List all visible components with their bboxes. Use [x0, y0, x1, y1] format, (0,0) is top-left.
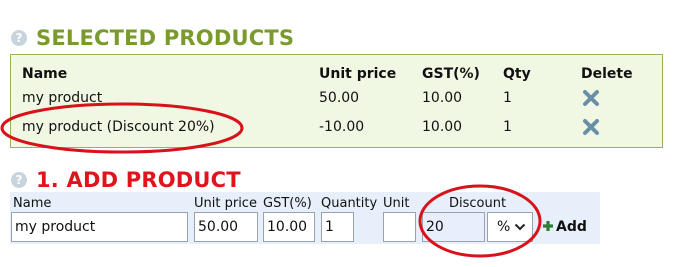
- row-name: my product (Discount 20%): [22, 119, 215, 135]
- unit-price-input[interactable]: [194, 212, 258, 242]
- unit-price-label: Unit price: [194, 196, 257, 211]
- col-header-gst: GST(%): [422, 66, 480, 82]
- discount-label: Discount: [449, 196, 507, 211]
- unit-input[interactable]: [383, 212, 416, 242]
- help-icon[interactable]: ?: [11, 30, 27, 46]
- row-name: my product: [22, 90, 103, 106]
- row-gst: 10.00: [422, 119, 463, 135]
- quantity-label: Quantity: [321, 196, 378, 211]
- delete-x-icon[interactable]: [582, 89, 600, 107]
- name-label: Name: [13, 196, 52, 211]
- help-icon[interactable]: ?: [11, 172, 27, 188]
- col-header-delete: Delete: [581, 66, 633, 82]
- add-button-label: Add: [556, 219, 587, 235]
- col-header-qty: Qty: [503, 66, 531, 82]
- discount-type-value: %: [497, 219, 511, 235]
- quantity-input[interactable]: [321, 212, 354, 242]
- add-product-title: 1. ADD PRODUCT: [36, 168, 241, 192]
- row-unit-price: 50.00: [319, 90, 360, 106]
- row-gst: 10.00: [422, 90, 463, 106]
- chevron-down-icon: [514, 223, 526, 231]
- discount-input[interactable]: [422, 212, 485, 242]
- discount-type-select[interactable]: %: [487, 212, 533, 242]
- selected-products-title: SELECTED PRODUCTS: [36, 26, 295, 50]
- col-header-name: Name: [22, 66, 68, 82]
- row-qty: 1: [503, 90, 512, 106]
- add-button[interactable]: Add: [542, 212, 587, 242]
- unit-label: Unit: [383, 196, 410, 211]
- row-qty: 1: [503, 119, 512, 135]
- gst-input[interactable]: [263, 212, 315, 242]
- delete-x-icon[interactable]: [582, 118, 600, 136]
- col-header-unit-price: Unit price: [319, 66, 397, 82]
- name-input[interactable]: [11, 212, 188, 242]
- gst-label: GST(%): [263, 196, 312, 211]
- row-unit-price: -10.00: [319, 119, 365, 135]
- plus-icon: [543, 221, 553, 231]
